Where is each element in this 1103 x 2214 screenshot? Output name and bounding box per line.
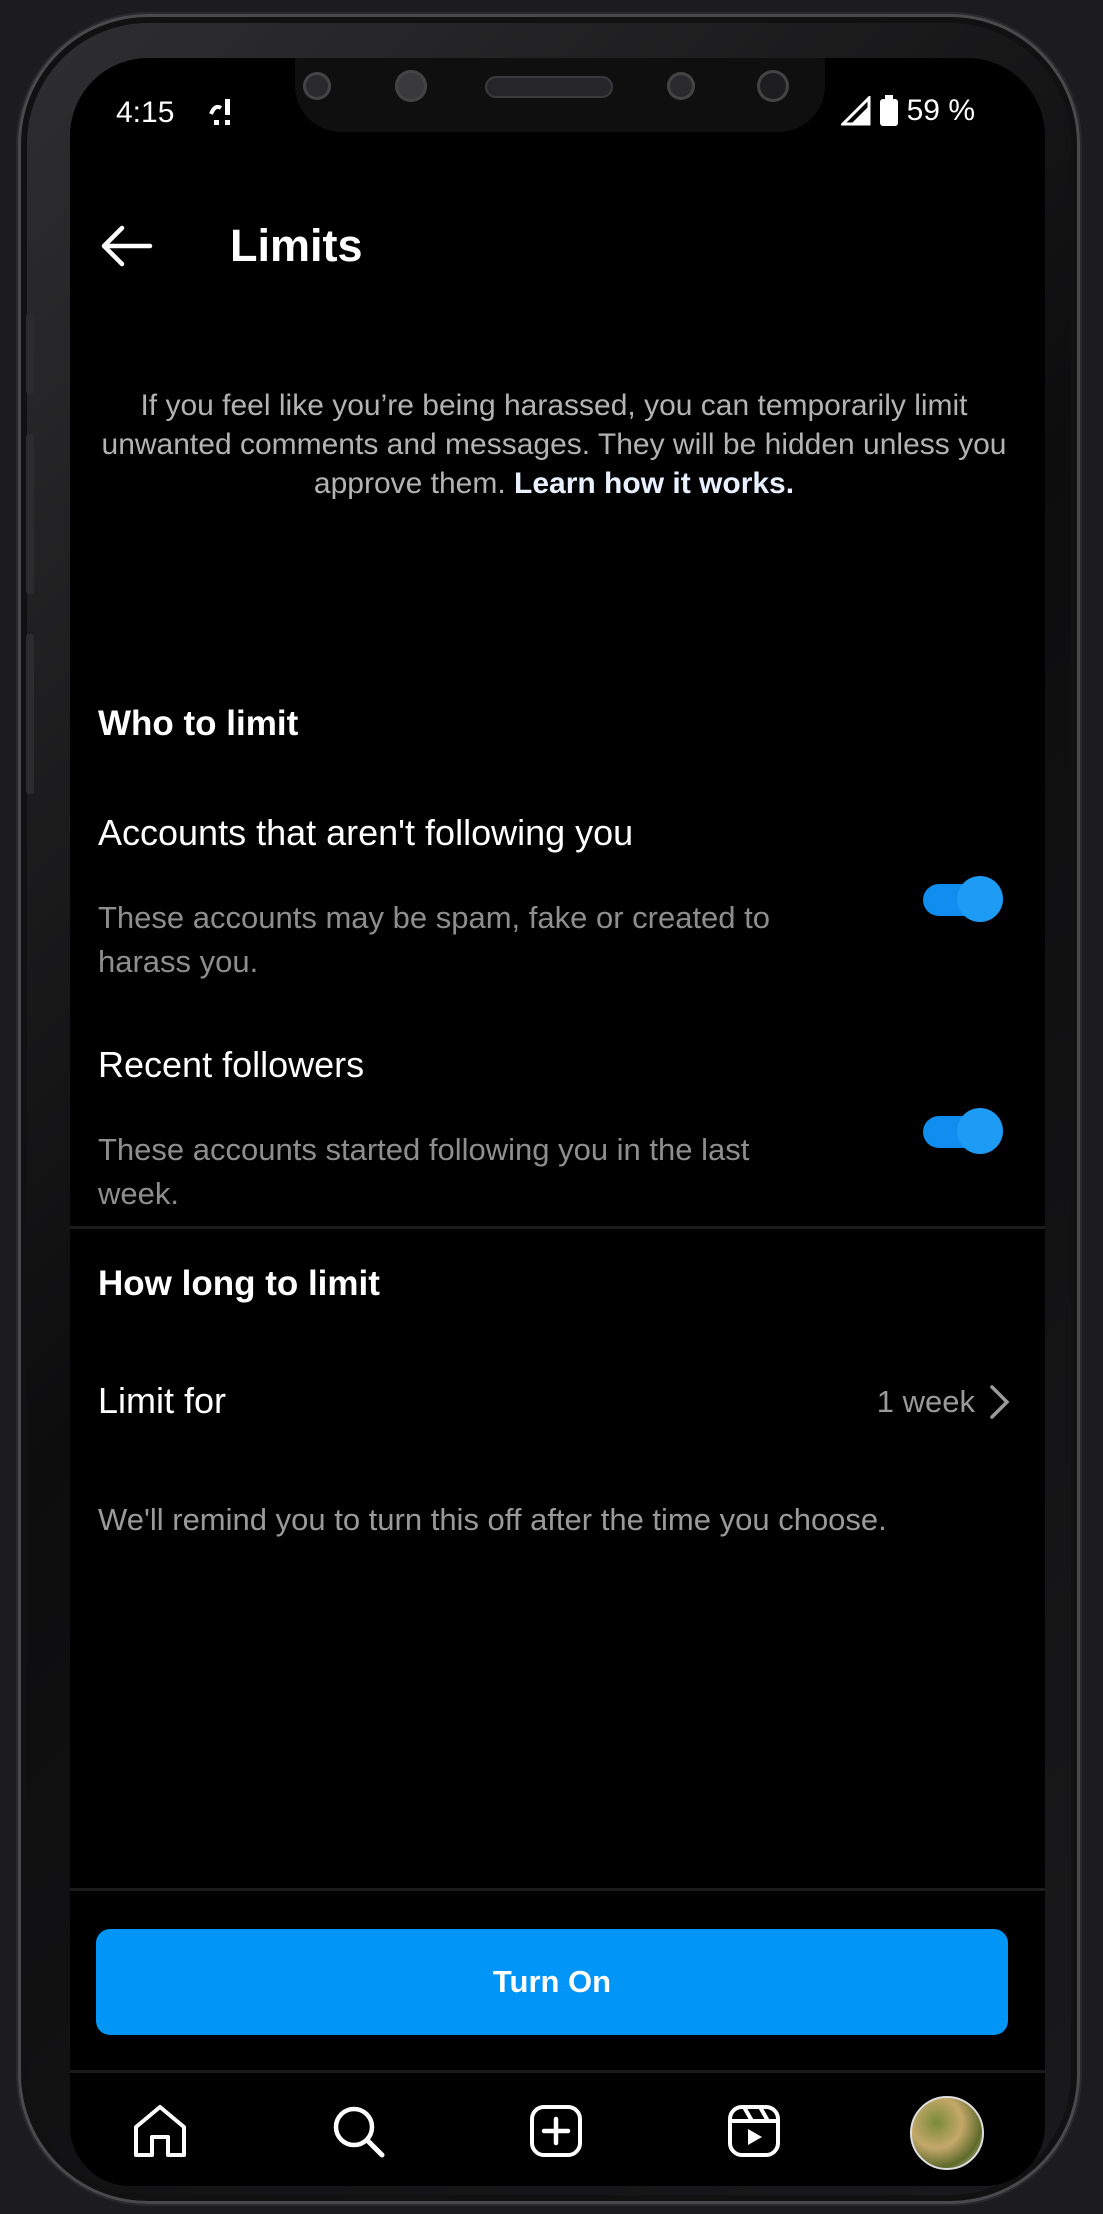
- limit-for-value[interactable]: 1 week: [877, 1384, 975, 1420]
- bottom-nav: [70, 2070, 1045, 2186]
- search-icon[interactable]: [326, 2099, 390, 2163]
- status-time: 4:15: [116, 96, 175, 129]
- profile-avatar[interactable]: [910, 2096, 984, 2170]
- side-button: [26, 314, 34, 394]
- side-button: [26, 634, 34, 794]
- battery-percent: 59 %: [906, 94, 975, 127]
- battery-icon: [879, 95, 898, 126]
- back-arrow-icon[interactable]: [96, 216, 156, 276]
- toggle-recent-followers[interactable]: [923, 1108, 1003, 1154]
- reminder-note: We'll remind you to turn this off after …: [98, 1502, 887, 1537]
- camera-notch: [295, 58, 825, 132]
- divider: [70, 1226, 1045, 1229]
- home-icon[interactable]: [128, 2099, 192, 2163]
- status-indicators: 59 %: [840, 94, 975, 128]
- option-title-recent-followers: Recent followers: [98, 1044, 365, 1085]
- header: Limits: [70, 210, 1045, 290]
- option-desc-non-followers: These accounts may be spam, fake or crea…: [98, 900, 771, 979]
- signal-icon: [840, 96, 871, 126]
- screen: 4:15 59 % Limits If you feel like you’re…: [70, 58, 1045, 2186]
- section-how-long: How long to limit: [98, 1264, 380, 1303]
- create-icon[interactable]: [524, 2099, 588, 2163]
- turn-on-button[interactable]: Turn On: [96, 1929, 1008, 2035]
- notification-icon: [209, 99, 230, 125]
- option-title-non-followers: Accounts that aren't following you: [98, 812, 634, 853]
- limit-for-label[interactable]: Limit for: [98, 1380, 226, 1422]
- page-title: Limits: [230, 220, 363, 271]
- side-button: [26, 434, 34, 594]
- toggle-non-followers[interactable]: [923, 876, 1003, 922]
- option-desc-recent-followers: These accounts started following you in …: [98, 1132, 750, 1211]
- learn-how-link[interactable]: Learn how it works.: [514, 467, 794, 500]
- intro-text: If you feel like you’re being harassed, …: [98, 386, 1010, 503]
- section-who-to-limit: Who to limit: [98, 704, 299, 743]
- reels-icon[interactable]: [722, 2099, 786, 2163]
- chevron-right-icon[interactable]: [987, 1382, 1013, 1422]
- divider: [70, 1888, 1045, 1891]
